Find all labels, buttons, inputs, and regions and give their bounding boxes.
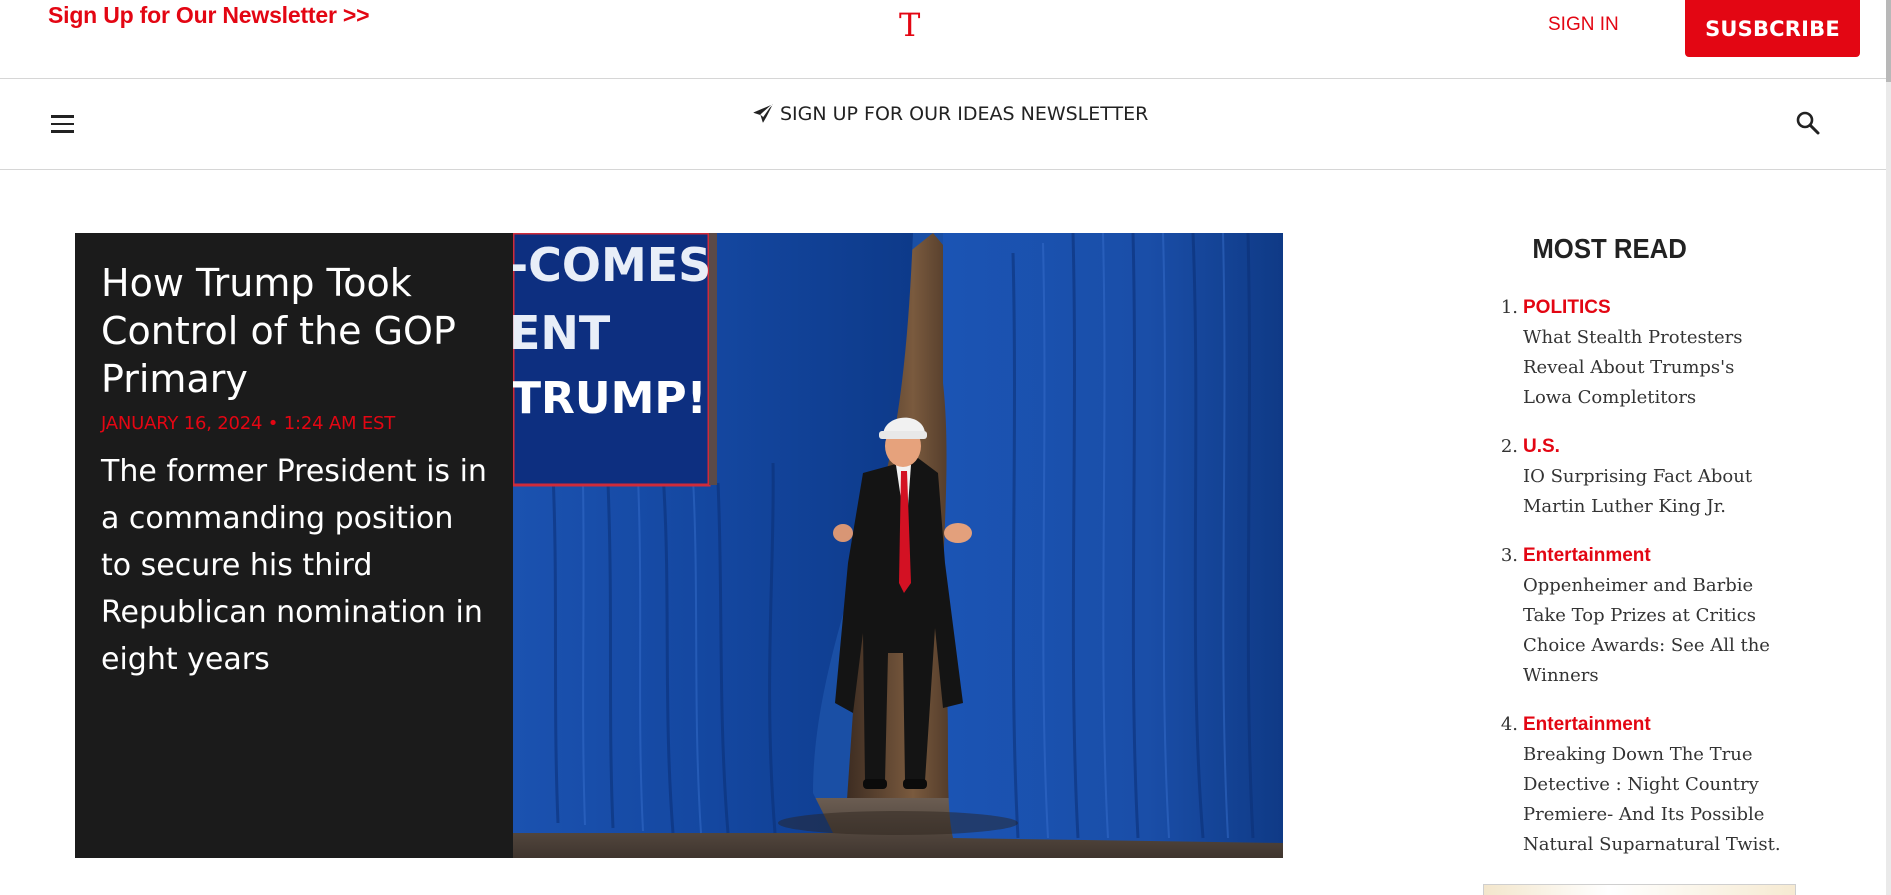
most-read-number: 3. — [1500, 545, 1518, 566]
most-read-number: 1. — [1500, 297, 1518, 318]
most-read-sidebar: MOST READ 1. POLITICS What Stealth Prote… — [1490, 233, 1790, 879]
sidebar-ad-image[interactable] — [1483, 884, 1796, 895]
featured-article-dek: The former President is in a commanding … — [101, 454, 487, 677]
subscribe-button[interactable]: SUSBCRIBE — [1685, 0, 1860, 57]
most-read-item[interactable]: 2. U.S. IO Surprising Fact About Martin … — [1490, 432, 1790, 522]
most-read-title[interactable]: Oppenheimer and Barbie Take Top Prizes a… — [1523, 571, 1785, 691]
newsletter-signup-link[interactable]: Sign Up for Our Newsletter >> — [48, 2, 370, 29]
most-read-item[interactable]: 4. Entertainment Breaking Down The True … — [1490, 710, 1790, 860]
featured-article[interactable]: How Trump Took Control of the GOP Primar… — [75, 233, 1283, 858]
top-bar: Sign Up for Our Newsletter >> T SIGN IN … — [0, 0, 1891, 79]
photo-sign-text-2: ENT — [513, 306, 611, 360]
sign-in-link[interactable]: SIGN IN — [1548, 14, 1619, 36]
most-read-category[interactable]: Entertainment — [1523, 710, 1785, 740]
scrollbar-track[interactable] — [1886, 0, 1891, 895]
most-read-title[interactable]: IO Surprising Fact About Martin Luther K… — [1523, 462, 1785, 522]
ideas-newsletter-link[interactable]: SIGN UP FOR OUR IDEAS NEWSLETTER — [752, 103, 1148, 125]
most-read-title[interactable]: Breaking Down The True Detective : Night… — [1523, 740, 1785, 860]
most-read-category[interactable]: U.S. — [1523, 432, 1785, 462]
featured-article-title[interactable]: How Trump Took Control of the GOP Primar… — [101, 259, 491, 403]
ideas-newsletter-label: SIGN UP FOR OUR IDEAS NEWSLETTER — [780, 103, 1149, 125]
featured-article-photo[interactable]: -COMES ENT TRUMP! — [513, 233, 1283, 858]
most-read-heading: MOST READ — [1532, 233, 1687, 264]
search-icon[interactable] — [1795, 110, 1821, 136]
most-read-item[interactable]: 3. Entertainment Oppenheimer and Barbie … — [1490, 541, 1790, 691]
most-read-item[interactable]: 1. POLITICS What Stealth Protesters Reve… — [1490, 293, 1790, 413]
most-read-title[interactable]: What Stealth Protesters Reveal About Tru… — [1523, 323, 1785, 413]
nav-bar: SIGN UP FOR OUR IDEAS NEWSLETTER — [0, 79, 1891, 170]
most-read-category[interactable]: Entertainment — [1523, 541, 1785, 571]
most-read-category[interactable]: POLITICS — [1523, 293, 1785, 323]
scrollbar-thumb[interactable] — [1886, 0, 1891, 82]
photo-sign-text-1: -COMES — [513, 238, 711, 292]
most-read-list: 1. POLITICS What Stealth Protesters Reve… — [1490, 293, 1790, 860]
featured-article-date: JANUARY 16, 2024 • 1:24 AM EST — [101, 413, 396, 434]
featured-article-text-panel: How Trump Took Control of the GOP Primar… — [75, 233, 513, 858]
hamburger-menu-icon[interactable] — [49, 113, 77, 135]
most-read-number: 4. — [1500, 714, 1518, 735]
most-read-number: 2. — [1500, 436, 1518, 457]
paper-plane-icon — [753, 104, 773, 123]
site-logo[interactable]: T — [899, 6, 920, 44]
photo-sign-text-3: TRUMP! — [513, 373, 707, 424]
curtain-photo-illustration: -COMES ENT TRUMP! — [513, 233, 1283, 858]
